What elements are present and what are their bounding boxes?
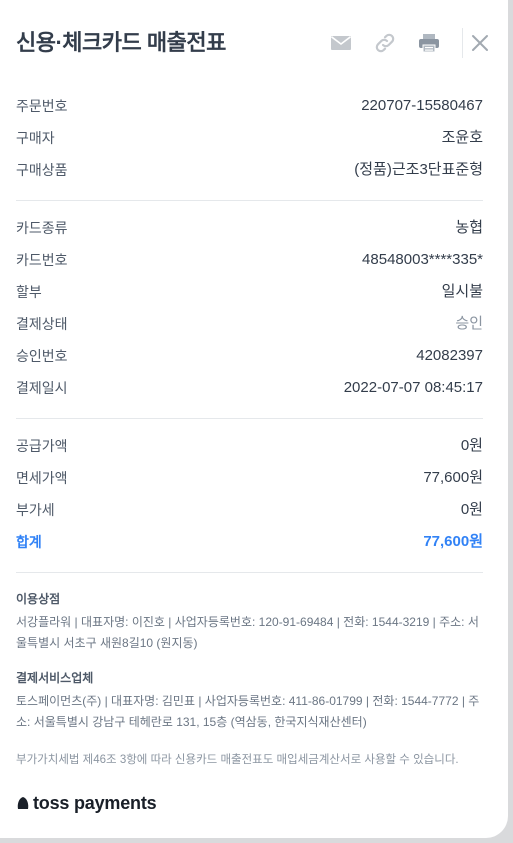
row-label: 승인번호 bbox=[16, 348, 68, 364]
supply-amount-row: 공급가액 0원 bbox=[16, 430, 483, 462]
buyer-row: 구매자 조윤호 bbox=[16, 122, 483, 154]
total-value: 77,600원 bbox=[423, 533, 483, 550]
logo-text: toss payments bbox=[33, 792, 157, 813]
row-value: 220707-15580467 bbox=[361, 97, 483, 114]
installment-row: 할부 일시불 bbox=[16, 276, 483, 308]
order-section: 주문번호 220707-15580467 구매자 조윤호 구매상품 (정품)근조… bbox=[16, 90, 483, 186]
tax-notice: 부가가치세법 제46조 3항에 따라 신용카드 매출전표도 매입세금계산서로 사… bbox=[16, 754, 459, 766]
payment-datetime-row: 결제일시 2022-07-07 08:45:17 bbox=[16, 372, 483, 404]
card-section: 카드종류 농협 카드번호 48548003****335* 할부 일시불 결제상… bbox=[16, 212, 483, 404]
pg-heading: 결제서비스업체 bbox=[16, 671, 94, 685]
row-value: 2022-07-07 08:45:17 bbox=[343, 379, 483, 396]
row-value: 일시불 bbox=[441, 283, 483, 300]
divider bbox=[16, 418, 483, 419]
divider bbox=[16, 572, 483, 573]
merchant-heading: 이용상점 bbox=[16, 592, 61, 606]
total-row: 합계 77,600원 bbox=[16, 526, 483, 558]
payment-status-row: 결제상태 승인 bbox=[16, 308, 483, 340]
row-value: 42082397 bbox=[416, 347, 483, 364]
row-value: 0원 bbox=[460, 501, 483, 518]
row-value: 77,600원 bbox=[423, 469, 483, 486]
row-value: 조윤호 bbox=[441, 129, 483, 146]
row-label: 구매상품 bbox=[16, 162, 68, 178]
merchant-info: 이용상점 서강플라워 | 대표자명: 이진호 | 사업자등록번호: 120-91… bbox=[16, 590, 483, 654]
row-value: 농협 bbox=[455, 219, 483, 236]
receipt-card: 신용·체크카드 매출전표 주문번호 220707-15580467 구매자 조윤… bbox=[0, 0, 508, 838]
row-value: (정품)근조3단표준형 bbox=[354, 161, 483, 178]
row-value: 48548003****335* bbox=[362, 251, 483, 268]
receipt-header: 신용·체크카드 매출전표 bbox=[16, 28, 492, 60]
row-label: 부가세 bbox=[16, 502, 55, 518]
approval-number-row: 승인번호 42082397 bbox=[16, 340, 483, 372]
order-number-row: 주문번호 220707-15580467 bbox=[16, 90, 483, 122]
row-label: 결제상태 bbox=[16, 316, 68, 332]
card-number-row: 카드번호 48548003****335* bbox=[16, 244, 483, 276]
product-row: 구매상품 (정품)근조3단표준형 bbox=[16, 154, 483, 186]
logo-mark-icon bbox=[17, 797, 29, 809]
merchant-details: 서강플라워 | 대표자명: 이진호 | 사업자등록번호: 120-91-6948… bbox=[16, 615, 479, 650]
total-label: 합계 bbox=[16, 534, 42, 550]
row-value: 0원 bbox=[460, 437, 483, 454]
payment-service-info: 결제서비스업체 토스페이먼츠(주) | 대표자명: 김민표 | 사업자등록번호:… bbox=[16, 669, 483, 733]
header-actions bbox=[329, 28, 492, 58]
row-label: 카드번호 bbox=[16, 252, 68, 268]
row-label: 면세가액 bbox=[16, 470, 68, 486]
vat-row: 부가세 0원 bbox=[16, 494, 483, 526]
header-divider bbox=[462, 28, 463, 58]
close-icon[interactable] bbox=[468, 31, 492, 55]
toss-payments-logo: toss payments bbox=[16, 792, 157, 814]
amount-section: 공급가액 0원 면세가액 77,600원 부가세 0원 합계 77,600원 bbox=[16, 430, 483, 558]
row-label: 구매자 bbox=[16, 130, 55, 146]
row-label: 주문번호 bbox=[16, 98, 68, 114]
mail-icon[interactable] bbox=[329, 31, 353, 55]
tax-free-amount-row: 면세가액 77,600원 bbox=[16, 462, 483, 494]
print-icon[interactable] bbox=[417, 31, 441, 55]
page-title: 신용·체크카드 매출전표 bbox=[16, 30, 226, 55]
row-label: 공급가액 bbox=[16, 438, 68, 454]
card-type-row: 카드종류 농협 bbox=[16, 212, 483, 244]
pg-details: 토스페이먼츠(주) | 대표자명: 김민표 | 사업자등록번호: 411-86-… bbox=[16, 694, 480, 729]
row-label: 결제일시 bbox=[16, 380, 68, 396]
status-badge: 승인 bbox=[455, 315, 483, 332]
row-label: 할부 bbox=[16, 284, 42, 300]
divider bbox=[16, 200, 483, 201]
link-icon[interactable] bbox=[373, 31, 397, 55]
row-label: 카드종류 bbox=[16, 220, 68, 236]
